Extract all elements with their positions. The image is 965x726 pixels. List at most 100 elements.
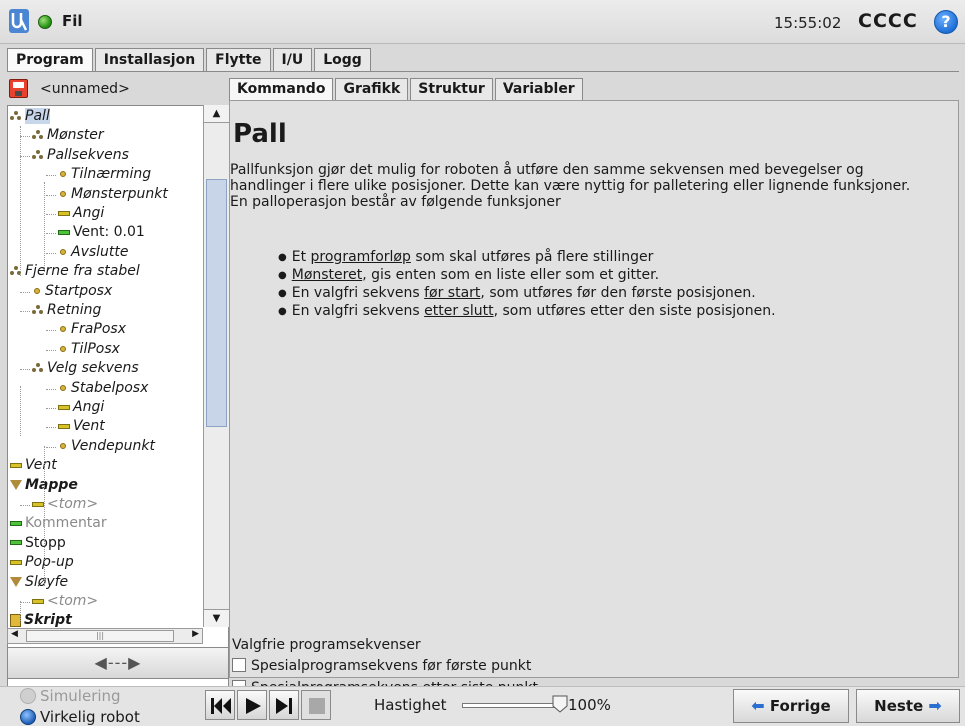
sub-tabs: Kommando Grafikk Struktur Variabler — [229, 78, 585, 100]
skip-to-start-button[interactable] — [205, 690, 235, 720]
tree-node-label: Stopp — [25, 534, 66, 551]
waypoint-icon — [60, 190, 66, 197]
save-icon[interactable] — [9, 79, 28, 98]
tree-node[interactable]: Stabelposx — [58, 379, 148, 398]
tree-node[interactable]: Angi — [58, 398, 104, 417]
tree-node[interactable]: Avslutte — [58, 243, 129, 262]
stop-button[interactable] — [301, 690, 331, 720]
tab-graphics[interactable]: Grafikk — [335, 78, 409, 100]
move-node-button[interactable]: ◀---▶ — [7, 647, 229, 679]
tree-node[interactable]: Tilnærming — [58, 165, 151, 184]
tab-variables[interactable]: Variabler — [494, 78, 583, 100]
next-button[interactable]: Neste ➡ — [856, 689, 960, 723]
tree-node[interactable]: <tom> — [32, 592, 98, 611]
tree-node[interactable]: Angi — [58, 204, 104, 223]
tree-node[interactable]: Sløyfe — [10, 573, 68, 592]
universal-robots-logo-icon — [9, 9, 29, 33]
tree-node[interactable]: FraPosx — [58, 320, 126, 339]
tree-connector — [20, 602, 30, 603]
option-before-first-row[interactable]: Spesialprogramsekvens før første punkt — [232, 658, 531, 674]
link-pattern[interactable]: Mønsteret — [292, 267, 362, 283]
tree-horizontal-scrollbar[interactable]: ◀ ||| ▶ — [7, 628, 203, 644]
tree-connector — [46, 233, 56, 235]
file-menu[interactable]: Fil — [62, 12, 83, 30]
tree-connector — [44, 182, 45, 272]
simulation-option[interactable]: Simulering — [20, 687, 121, 705]
tree-connector — [20, 126, 21, 276]
arrow-left-icon: ⬅ — [751, 696, 765, 715]
tab-installation[interactable]: Installasjon — [94, 48, 205, 72]
tree-connector — [20, 291, 30, 293]
tree-node[interactable]: TilPosx — [58, 340, 120, 359]
speed-label: Hastighet — [374, 696, 447, 714]
tab-move[interactable]: Flytte — [206, 48, 271, 72]
tree-node[interactable]: Vent — [58, 417, 105, 436]
tree-node-label: Kommentar — [25, 515, 107, 532]
speed-slider-handle[interactable] — [552, 695, 568, 713]
tree-vertical-scrollbar[interactable]: ▲ ▼ — [203, 105, 229, 627]
tree-node[interactable]: <tom> — [32, 495, 98, 514]
option-before-first-checkbox[interactable] — [232, 658, 246, 672]
wait-icon — [58, 229, 70, 235]
tree-node-label: Mønsterpunkt — [71, 185, 168, 202]
tree-node[interactable]: Pop-up — [10, 553, 74, 572]
set-icon — [58, 423, 70, 429]
link-before-start[interactable]: før start — [424, 285, 480, 301]
tree-node[interactable]: Stopp — [10, 534, 66, 553]
footer-bar: Simulering Virkelig robot Hastighet 100%… — [0, 686, 965, 726]
tab-io[interactable]: I/U — [272, 48, 313, 72]
set-icon — [32, 501, 44, 507]
tree-node[interactable]: Vendepunkt — [58, 437, 155, 456]
tab-command[interactable]: Kommando — [229, 78, 334, 100]
scroll-up-icon[interactable]: ▲ — [204, 105, 229, 123]
tree-node-label: TilPosx — [71, 340, 120, 357]
real-robot-radio[interactable] — [20, 709, 36, 725]
scroll-left-icon[interactable]: ◀ — [11, 629, 18, 639]
play-button[interactable] — [237, 690, 267, 720]
feature-list: Et programforløp som skal utføres på fle… — [278, 249, 776, 321]
tree-node-label: Pop-up — [25, 554, 74, 571]
tab-program[interactable]: Program — [7, 48, 93, 72]
speed-slider[interactable] — [462, 703, 560, 708]
link-program-sequence[interactable]: programforløp — [311, 249, 411, 265]
previous-button[interactable]: ⬅ Forrige — [733, 689, 849, 723]
tree-node[interactable]: Pall — [10, 107, 50, 126]
tree-connector — [44, 486, 45, 586]
tab-structure[interactable]: Struktur — [410, 78, 493, 100]
tree-node[interactable]: Mønsterpunkt — [58, 185, 168, 204]
tab-log[interactable]: Logg — [314, 48, 371, 72]
tree-connector — [46, 349, 56, 351]
tree-node[interactable]: Kommentar — [10, 514, 107, 533]
tree-node-label: Vent — [73, 418, 105, 435]
tree-node[interactable]: Pallsekvens — [32, 146, 129, 165]
program-name-row: <unnamed> — [7, 76, 229, 103]
help-icon[interactable]: ? — [934, 10, 958, 34]
robot-status-icon — [38, 15, 52, 29]
list-item: En valgfri sekvens etter slutt, som utfø… — [278, 303, 776, 321]
tree-node[interactable]: Retning — [32, 301, 101, 320]
real-robot-option[interactable]: Virkelig robot — [20, 708, 140, 726]
tree-node[interactable]: Velg sekvens — [32, 359, 139, 378]
tree-node[interactable]: Mønster — [32, 126, 104, 145]
horizontal-scroll-thumb[interactable]: ||| — [26, 630, 174, 642]
tree-connector — [46, 252, 56, 254]
tree-node[interactable]: Vent: 0.01 — [58, 223, 145, 242]
tree-node[interactable]: Vent — [10, 456, 57, 475]
tree-connector — [44, 446, 45, 486]
tree-node-label: Avslutte — [71, 243, 129, 260]
arrow-right-icon: ➡ — [928, 696, 942, 715]
tree-node[interactable]: Startposx — [32, 282, 112, 301]
stop-icon — [309, 698, 325, 714]
tree-node-label: Mappe — [25, 476, 78, 493]
simulation-radio[interactable] — [20, 688, 36, 704]
program-tree[interactable]: Pall Mønster Pallsekvens Tilnærming Mønsterp… — [7, 105, 229, 693]
scroll-thumb[interactable] — [206, 179, 227, 427]
step-button[interactable] — [269, 690, 299, 720]
tree-node[interactable]: Fjerne fra stabel — [10, 262, 140, 281]
scroll-right-icon[interactable]: ▶ — [192, 629, 199, 639]
title-bar: Fil 15:55:02 CCCC ? — [0, 0, 965, 44]
tree-node-label: FraPosx — [71, 321, 126, 338]
link-after-end[interactable]: etter slutt — [424, 303, 493, 319]
scroll-down-icon[interactable]: ▼ — [204, 609, 229, 627]
tab-divider — [7, 71, 959, 72]
